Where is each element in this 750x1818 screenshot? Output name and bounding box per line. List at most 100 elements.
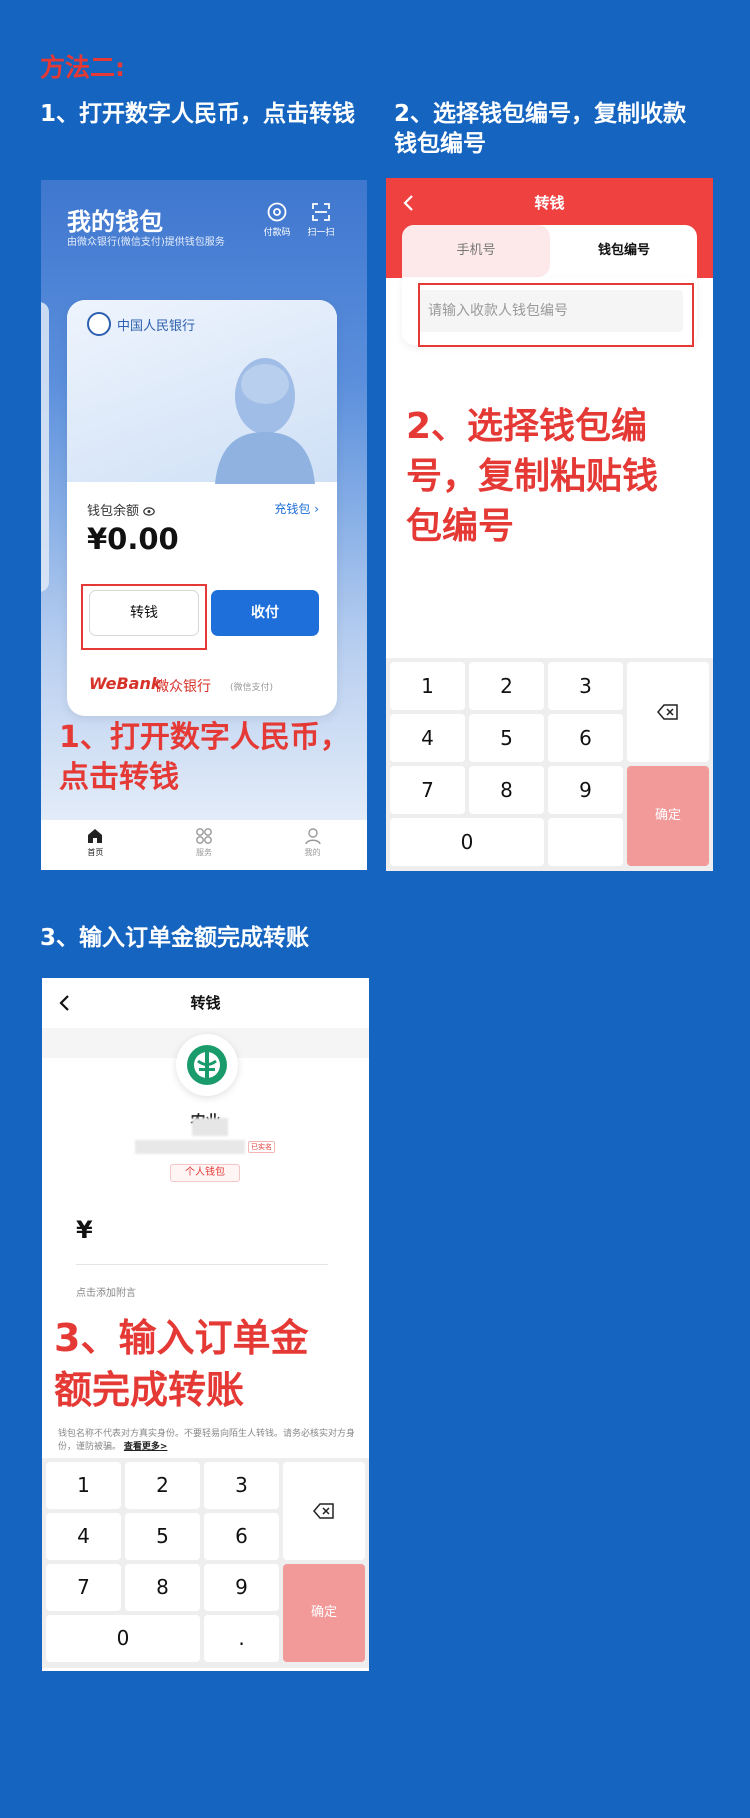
banknote-visual: 中国人民银行 <box>67 300 337 484</box>
user-icon <box>304 828 321 845</box>
scan-icon <box>312 203 330 221</box>
webank-cn-name: 微众银行 <box>155 679 211 695</box>
transfer-button[interactable]: 转钱 <box>89 590 199 636</box>
wallet-card: 中国人民银行 钱包余额 充钱包 › ¥0.00 转钱 收付 WeBank 微众银… <box>67 300 337 716</box>
annotation-step2: 2、选择钱包编 号，复制粘贴钱 包编号 <box>406 402 701 552</box>
nav-title: 转钱 <box>190 994 221 1012</box>
key-5[interactable]: 5 <box>125 1513 200 1560</box>
tab-phone-number[interactable]: 手机号 <box>402 225 550 277</box>
wallet-type-badge: 个人钱包 <box>170 1164 240 1182</box>
bottom-tabbar: 首页 服务 我的 <box>41 820 367 870</box>
key-6[interactable]: 6 <box>548 714 623 762</box>
receive-button[interactable]: 收付 <box>211 590 319 636</box>
qr-code-icon <box>267 202 287 222</box>
key-8[interactable]: 8 <box>125 1564 200 1611</box>
step2-heading-line1: 2、选择钱包编号，复制收款 <box>394 101 687 127</box>
scan-label: 扫一扫 <box>307 228 335 238</box>
key-3[interactable]: 3 <box>548 662 623 710</box>
tab-mine[interactable]: 我的 <box>258 820 367 870</box>
abc-bank-logo-icon <box>187 1045 227 1085</box>
key-5[interactable]: 5 <box>469 714 544 762</box>
key-4[interactable]: 4 <box>390 714 465 762</box>
key-9[interactable]: 9 <box>204 1564 279 1611</box>
key-8[interactable]: 8 <box>469 766 544 814</box>
confirm-button[interactable]: 确定 <box>283 1564 365 1662</box>
pay-code-button[interactable]: 付款码 <box>257 202 297 238</box>
wallet-subtitle: 由微众银行(微信支付)提供钱包服务 <box>67 237 225 248</box>
nav-bar: 转钱 <box>42 978 369 1028</box>
key-0[interactable]: 0 <box>46 1615 200 1662</box>
annotation-step2-line1: 2、选择钱包编 <box>406 406 648 447</box>
key-dot[interactable]: . <box>204 1615 279 1662</box>
grid-icon <box>196 828 212 844</box>
view-more-link[interactable]: 查看更多> <box>124 1442 168 1452</box>
backspace-key[interactable] <box>283 1462 365 1560</box>
method-title: 方法二: <box>40 53 125 82</box>
transfer-wallet-id-screen: 转钱 手机号 钱包编号 2、选择钱包编 号，复制粘贴钱 包编号 1 2 3 4 … <box>386 178 713 871</box>
backspace-icon <box>313 1503 334 1519</box>
highlight-box <box>418 283 694 347</box>
backspace-key[interactable] <box>627 662 709 762</box>
key-1[interactable]: 1 <box>46 1462 121 1509</box>
eye-icon[interactable] <box>143 507 155 516</box>
annotation-step1-line2: 点击转钱 <box>59 760 179 795</box>
key-7[interactable]: 7 <box>46 1564 121 1611</box>
bank-logo <box>176 1034 238 1096</box>
portrait-image <box>215 358 315 484</box>
wallet-title: 我的钱包 <box>67 208 163 236</box>
pay-code-label: 付款码 <box>263 228 291 238</box>
annotation-step3: 3、输入订单金 额完成转账 <box>54 1312 354 1416</box>
step3-heading: 3、输入订单金额完成转账 <box>40 925 310 951</box>
national-emblem-icon <box>87 312 111 336</box>
scan-button[interactable]: 扫一扫 <box>301 202 341 238</box>
home-icon <box>88 829 103 843</box>
annotation-step1-line1: 1、打开数字人民币， <box>59 720 350 755</box>
backspace-icon <box>657 704 678 720</box>
step2-heading-line2: 钱包编号 <box>394 131 486 157</box>
key-2[interactable]: 2 <box>125 1462 200 1509</box>
step1-heading: 1、打开数字人民币，点击转钱 <box>40 101 356 127</box>
issuer-bank-name: 中国人民银行 <box>117 319 196 334</box>
key-1[interactable]: 1 <box>390 662 465 710</box>
tab-services[interactable]: 服务 <box>150 820 259 870</box>
amount-input[interactable]: ¥ <box>76 1216 93 1244</box>
amount-underline <box>76 1264 328 1265</box>
nav-bar: 转钱 <box>386 178 713 230</box>
annotation-step3-line1: 3、输入订单金 <box>54 1316 309 1360</box>
key-6[interactable]: 6 <box>204 1513 279 1560</box>
confirm-button[interactable]: 确定 <box>627 766 709 866</box>
key-3[interactable]: 3 <box>204 1462 279 1509</box>
masked-name <box>192 1118 228 1136</box>
key-9[interactable]: 9 <box>548 766 623 814</box>
masked-wallet-id <box>135 1140 245 1154</box>
recharge-label: 充钱包 <box>274 502 311 516</box>
key-7[interactable]: 7 <box>390 766 465 814</box>
key-2[interactable]: 2 <box>469 662 544 710</box>
annotation-step2-line3: 包编号 <box>406 506 515 547</box>
tab-home-label: 首页 <box>87 848 104 857</box>
safety-notice-text: 钱包名称不代表对方真实身份。不要轻易向陌生人转钱。请务必核实对方身份，谨防被骗。 <box>58 1429 356 1452</box>
tab-mine-label: 我的 <box>304 848 321 857</box>
key-4[interactable]: 4 <box>46 1513 121 1560</box>
wallet-balance: ¥0.00 <box>87 522 179 556</box>
key-0[interactable]: 0 <box>390 818 544 866</box>
tab-services-label: 服务 <box>196 848 212 857</box>
nav-title: 转钱 <box>534 194 565 212</box>
transfer-amount-screen: 转钱 农业 已实名 个人钱包 ¥ 点击添加附言 3、输入订单金 额完成转账 钱包… <box>42 978 369 1671</box>
add-note-link[interactable]: 点击添加附言 <box>76 1284 136 1299</box>
webank-logo: WeBank <box>89 674 162 693</box>
wallet-screen: 我的钱包 由微众银行(微信支付)提供钱包服务 付款码 扫一扫 中国人民银行 钱包… <box>41 180 367 870</box>
balance-label: 钱包余额 <box>87 504 140 519</box>
balance-label-group: 钱包余额 <box>87 500 155 519</box>
tab-home[interactable]: 首页 <box>41 820 150 870</box>
recipient-type-tabs: 手机号 钱包编号 <box>402 225 697 277</box>
safety-notice: 钱包名称不代表对方真实身份。不要轻易向陌生人转钱。请务必核实对方身份，谨防被骗。… <box>58 1428 358 1454</box>
numeric-keypad: 1 2 3 4 5 6 7 8 9 确定 0 . <box>42 1458 369 1668</box>
adjacent-card[interactable] <box>41 302 49 592</box>
annotation-step2-line2: 号，复制粘贴钱 <box>406 456 659 497</box>
webank-subtitle: (微信支付) <box>230 683 274 693</box>
numeric-keypad: 1 2 3 4 5 6 7 8 9 确定 0 <box>386 658 713 871</box>
recharge-link[interactable]: 充钱包 › <box>274 500 319 517</box>
tab-wallet-id[interactable]: 钱包编号 <box>550 225 697 277</box>
annotation-step1: 1、打开数字人民币， 点击转钱 <box>59 718 359 798</box>
